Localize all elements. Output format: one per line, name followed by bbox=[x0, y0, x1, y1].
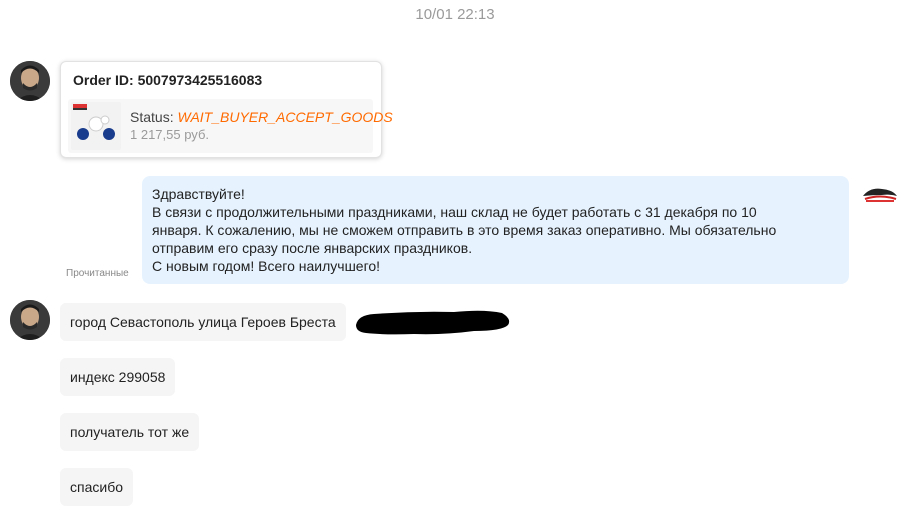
seller-logo-icon[interactable] bbox=[860, 184, 900, 206]
redaction-mark bbox=[354, 305, 512, 341]
buyer-message: спасибо bbox=[60, 468, 133, 506]
seller-message-line: отправим его сразу после январских празд… bbox=[152, 240, 473, 256]
seller-message-line: С новым годом! Всего наилучшего! bbox=[152, 258, 381, 274]
buyer-message: получатель тот же bbox=[60, 413, 200, 451]
seller-message-line: января. К сожалению, мы не сможем отправ… bbox=[152, 222, 777, 238]
status-label: Status: bbox=[130, 109, 174, 125]
buyer-message: индекс 299058 bbox=[60, 358, 176, 396]
buyer-avatar[interactable] bbox=[10, 300, 50, 340]
seller-message-bubble: Здравствуйте! В связи с продолжительными… bbox=[142, 176, 849, 284]
chat-timestamp: 10/01 22:13 bbox=[415, 6, 495, 23]
status-value: WAIT_BUYER_ACCEPT_GOODS bbox=[177, 109, 393, 125]
read-status: Прочитанные bbox=[66, 268, 129, 279]
buyer-avatar[interactable] bbox=[10, 61, 50, 101]
order-product-row[interactable]: Status: WAIT_BUYER_ACCEPT_GOODS 1 217,55… bbox=[68, 99, 393, 153]
order-status: Status: WAIT_BUYER_ACCEPT_GOODS bbox=[130, 109, 393, 125]
seller-message-line: Здравствуйте! bbox=[152, 186, 245, 202]
product-thumbnail-icon[interactable] bbox=[71, 102, 121, 150]
order-price: 1 217,55 руб. bbox=[130, 127, 210, 142]
order-id: Order ID: 5007973425516083 bbox=[73, 72, 263, 88]
seller-message-line: В связи с продолжительными праздниками, … bbox=[152, 204, 757, 220]
order-card[interactable]: Order ID: 5007973425516083 Status: WAIT_… bbox=[60, 61, 393, 158]
buyer-message: город Севастополь улица Героев Бреста bbox=[60, 303, 346, 341]
